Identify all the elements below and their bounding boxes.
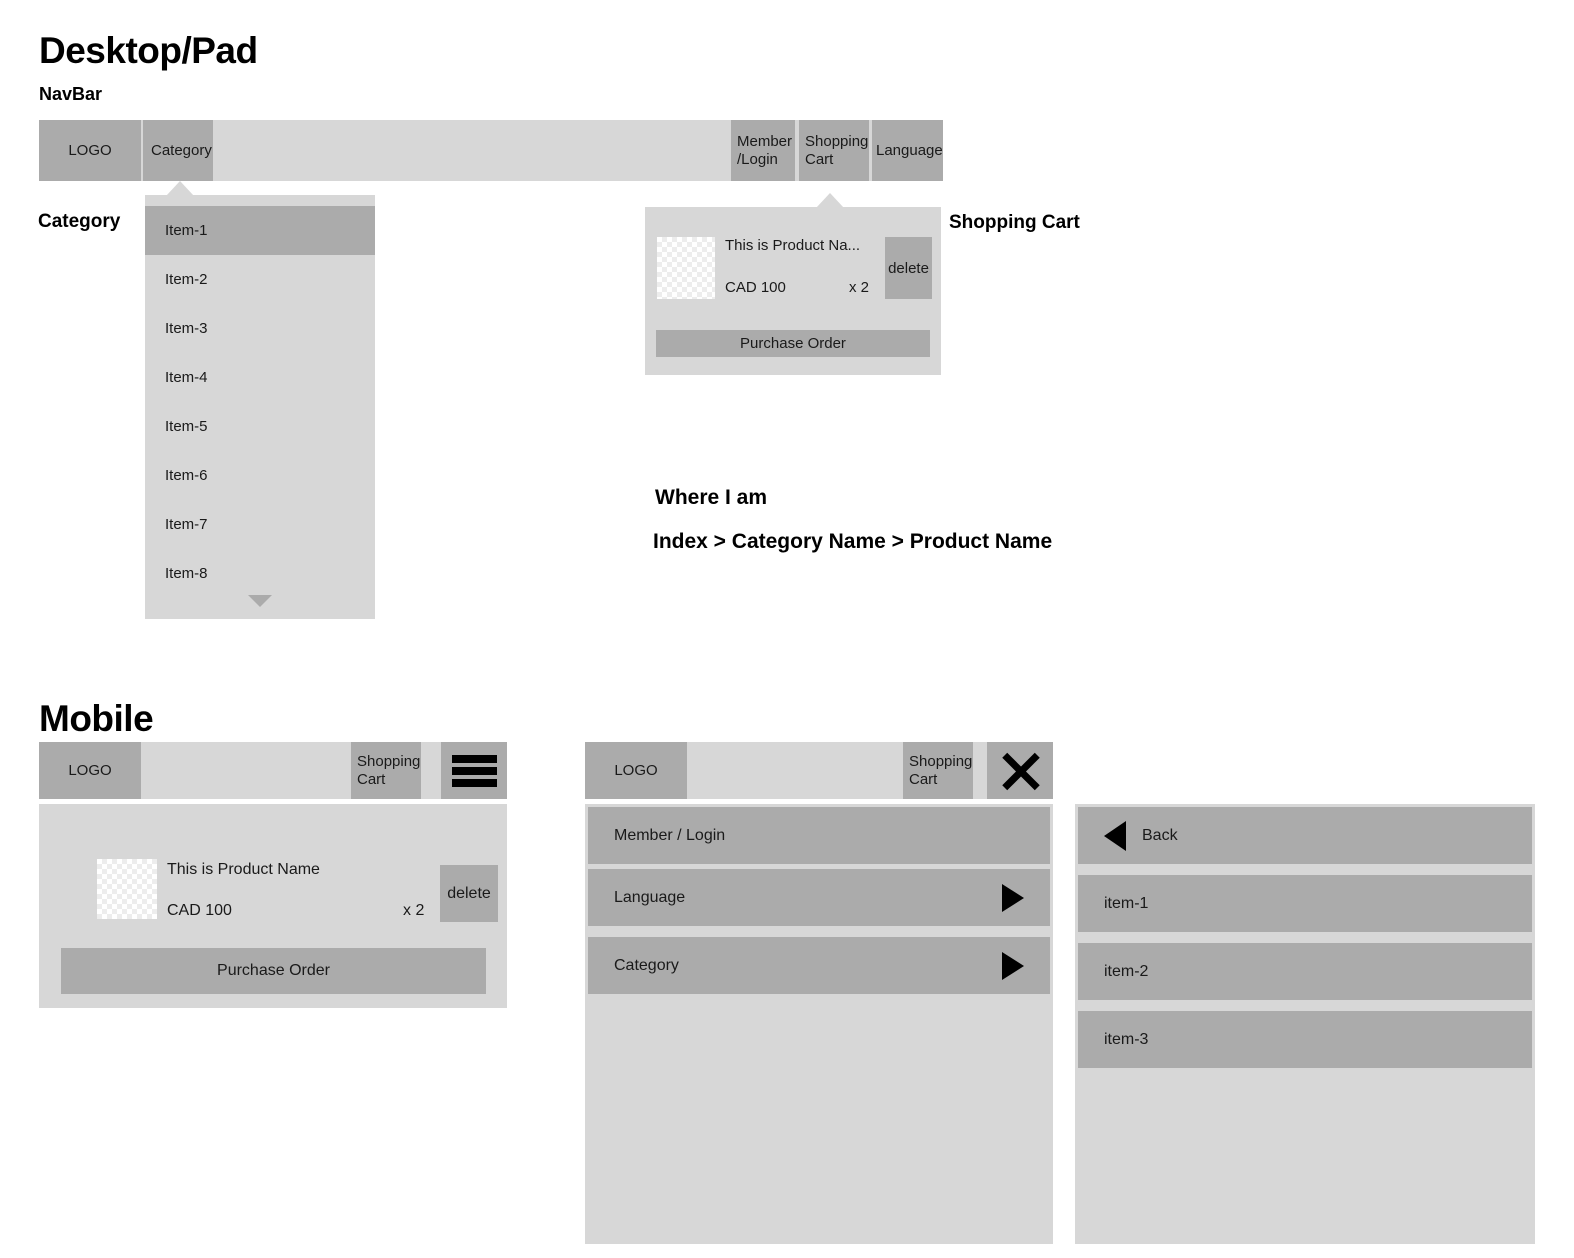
mobile-cart-logo[interactable]: LOGO <box>39 742 141 799</box>
navbar-language-button[interactable]: Language <box>872 120 943 181</box>
mobile-menu-item-category[interactable]: Category <box>588 937 1050 994</box>
mobile-menu-panel: Member / Login Language Category <box>585 804 1053 1244</box>
wireframe-canvas: Desktop/Pad NavBar LOGO Category Member … <box>0 0 1574 1258</box>
category-dropdown-item[interactable]: Item-1 <box>145 206 375 255</box>
hamburger-menu-icon[interactable] <box>441 742 507 799</box>
mobile-submenu-back-label: Back <box>1142 826 1178 844</box>
mobile-cart-delete-button[interactable]: delete <box>440 865 498 922</box>
mobile-submenu-item[interactable]: item-3 <box>1078 1011 1532 1068</box>
breadcrumb: Index > Category Name > Product Name <box>653 530 1053 553</box>
category-dropdown-caret-icon <box>166 181 194 196</box>
cart-delete-button[interactable]: delete <box>885 237 932 299</box>
mobile-menu-item-member-login[interactable]: Member / Login <box>588 807 1050 864</box>
mobile-menu-shopping-cart-line2: Cart <box>909 770 938 788</box>
category-dropdown-panel: Item-1 Item-2 Item-3 Item-4 Item-5 Item-… <box>145 195 375 619</box>
mobile-purchase-order-button[interactable]: Purchase Order <box>61 948 486 994</box>
cart-panel-label: Shopping Cart <box>949 212 1080 233</box>
navbar-shopping-cart-line2: Cart <box>805 150 834 168</box>
desktop-section-title: Desktop/Pad <box>39 30 258 71</box>
category-dropdown-item[interactable]: Item-7 <box>145 500 375 549</box>
category-panel-label: Category <box>38 211 121 232</box>
category-dropdown-item[interactable]: Item-8 <box>145 549 375 598</box>
chevron-right-icon <box>1002 951 1024 980</box>
navbar-category-button[interactable]: Category <box>143 120 213 181</box>
category-dropdown-top-spacer <box>145 195 375 206</box>
category-dropdown-item[interactable]: Item-3 <box>145 304 375 353</box>
mobile-submenu-item[interactable]: item-2 <box>1078 943 1532 1000</box>
where-i-am-title: Where I am <box>655 486 768 509</box>
cart-product-price: CAD 100 <box>725 279 786 296</box>
mobile-menu-item-label: Language <box>614 888 686 906</box>
navbar-member-login-line2: /Login <box>737 150 778 168</box>
mobile-submenu-item[interactable]: item-1 <box>1078 875 1532 932</box>
desktop-navbar: LOGO Category Member /Login Shopping Car… <box>39 120 943 181</box>
navbar-shopping-cart-line1: Shopping <box>805 132 869 150</box>
chevron-left-icon <box>1104 820 1126 851</box>
navbar-member-login-line1: Member <box>737 132 793 150</box>
mobile-menu-shopping-cart-line1: Shopping <box>909 752 973 770</box>
mobile-cart-product-price: CAD 100 <box>167 902 232 919</box>
cart-dropdown-panel: This is Product Na... CAD 100 x 2 delete… <box>645 207 941 375</box>
mobile-menu-item-label: Member / Login <box>614 826 726 844</box>
close-x-strokes <box>1000 751 1040 791</box>
product-thumbnail-icon <box>657 237 715 299</box>
mobile-cart-panel: This is Product Name CAD 100 x 2 delete … <box>39 804 507 1008</box>
cart-product-quantity: x 2 <box>849 279 870 296</box>
mobile-submenu-back-button[interactable]: Back <box>1078 807 1532 864</box>
navbar-member-login-button[interactable]: Member /Login <box>731 120 795 181</box>
mobile-menu-navbar: LOGO Shopping Cart <box>585 742 1053 799</box>
category-dropdown-item[interactable]: Item-5 <box>145 402 375 451</box>
purchase-order-button[interactable]: Purchase Order <box>656 330 930 357</box>
mobile-cart-product-name: This is Product Name <box>167 861 320 878</box>
category-dropdown-item[interactable]: Item-6 <box>145 451 375 500</box>
hamburger-bars <box>451 751 497 791</box>
navbar-section-label: NavBar <box>39 84 103 104</box>
mobile-submenu-panel: Back item-1 item-2 item-3 <box>1075 804 1535 1244</box>
navbar-logo[interactable]: LOGO <box>39 120 141 181</box>
mobile-cart-product-quantity: x 2 <box>403 902 425 919</box>
mobile-submenu-item-label: item-3 <box>1104 1030 1149 1048</box>
category-dropdown-item[interactable]: Item-2 <box>145 255 375 304</box>
chevron-down-icon[interactable] <box>248 595 272 607</box>
close-x-icon[interactable] <box>987 742 1053 799</box>
navbar-shopping-cart-button[interactable]: Shopping Cart <box>799 120 869 181</box>
mobile-menu-item-label: Category <box>614 956 679 974</box>
mobile-submenu-item-label: item-2 <box>1104 962 1149 980</box>
product-thumbnail-icon <box>97 859 157 919</box>
mobile-cart-shopping-cart-line1: Shopping <box>357 752 421 770</box>
mobile-cart-navbar: LOGO Shopping Cart <box>39 742 507 799</box>
mobile-menu-logo[interactable]: LOGO <box>585 742 687 799</box>
cart-line-item: This is Product Na... CAD 100 x 2 delete <box>645 237 941 299</box>
mobile-submenu-item-label: item-1 <box>1104 894 1149 912</box>
mobile-cart-shopping-cart-button[interactable]: Shopping Cart <box>351 742 421 799</box>
mobile-menu-item-language[interactable]: Language <box>588 869 1050 926</box>
mobile-section-title: Mobile <box>39 698 154 739</box>
cart-product-name: This is Product Na... <box>725 237 861 254</box>
cart-dropdown-caret-icon <box>816 193 844 208</box>
category-dropdown-item[interactable]: Item-4 <box>145 353 375 402</box>
mobile-cart-shopping-cart-line2: Cart <box>357 770 386 788</box>
chevron-right-icon <box>1002 883 1024 912</box>
mobile-menu-shopping-cart-button[interactable]: Shopping Cart <box>903 742 973 799</box>
